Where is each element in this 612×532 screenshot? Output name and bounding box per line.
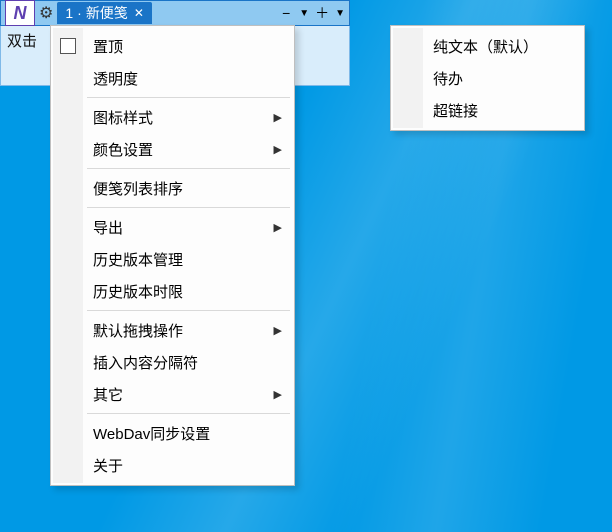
menu-item-label: 置顶	[93, 36, 123, 57]
menu-item-label: 其它	[93, 384, 123, 405]
menu-item-label: 超链接	[433, 100, 478, 121]
settings-menu-separator	[87, 168, 290, 169]
menu-item-label: 便笺列表排序	[93, 178, 183, 199]
drag-operation-submenu: 纯文本（默认） 待办超链接	[390, 25, 585, 131]
settings-menu-item[interactable]: 历史版本管理	[53, 243, 292, 275]
menu-item-label: 透明度	[93, 68, 138, 89]
menu-item-label: 历史版本管理	[93, 249, 183, 270]
note-tab[interactable]: 1 · 新便笺 ✕	[57, 2, 152, 24]
settings-menu-item[interactable]: 其它 ▶	[53, 378, 292, 410]
menu-item-label: 默认拖拽操作	[93, 320, 183, 341]
submenu-arrow-icon: ▶	[274, 324, 282, 337]
settings-context-menu: 置顶透明度图标样式▶颜色设置▶便笺列表排序导出▶历史版本管理历史版本时限默认拖拽…	[50, 25, 295, 486]
zoom-out-caret-icon[interactable]: ▼	[299, 8, 309, 19]
menu-item-label: 图标样式	[93, 107, 153, 128]
menu-item-label: WebDav同步设置	[93, 423, 210, 444]
tab-title: 新便笺	[86, 3, 128, 23]
menu-item-label: 历史版本时限	[93, 281, 183, 302]
zoom-out-icon[interactable]: −	[277, 5, 295, 21]
drag-submenu-item[interactable]: 待办	[393, 62, 582, 94]
settings-menu-separator	[87, 207, 290, 208]
settings-menu-item[interactable]: 透明度	[53, 62, 292, 94]
settings-menu-separator	[87, 413, 290, 414]
drag-submenu-item[interactable]: 超链接	[393, 94, 582, 126]
submenu-arrow-icon: ▶	[274, 221, 282, 234]
zoom-in-icon[interactable]: ＋	[313, 3, 331, 23]
tab-close-icon[interactable]: ✕	[134, 6, 144, 20]
settings-menu-item[interactable]: 插入内容分隔符	[53, 346, 292, 378]
settings-menu-item[interactable]: 便笺列表排序	[53, 172, 292, 204]
submenu-arrow-icon: ▶	[274, 111, 282, 124]
settings-menu-item[interactable]: 导出 ▶	[53, 211, 292, 243]
submenu-arrow-icon: ▶	[274, 143, 282, 156]
settings-menu-item[interactable]: 置顶	[53, 30, 292, 62]
settings-icon[interactable]: ⚙	[39, 3, 53, 23]
settings-menu-item[interactable]: 历史版本时限	[53, 275, 292, 307]
settings-menu-item[interactable]: 图标样式 ▶	[53, 101, 292, 133]
checkbox-icon	[60, 38, 76, 54]
settings-menu-item[interactable]: WebDav同步设置	[53, 417, 292, 449]
settings-menu-item[interactable]: 默认拖拽操作 ▶	[53, 314, 292, 346]
settings-menu-item[interactable]: 颜色设置 ▶	[53, 133, 292, 165]
drag-operation-submenu-list: 纯文本（默认） 待办超链接	[393, 30, 582, 126]
settings-menu-list: 置顶透明度图标样式▶颜色设置▶便笺列表排序导出▶历史版本管理历史版本时限默认拖拽…	[53, 30, 292, 481]
menu-item-label: 导出	[93, 217, 123, 238]
menu-item-label: 插入内容分隔符	[93, 352, 198, 373]
tab-number: 1	[65, 5, 73, 21]
menu-item-label: 纯文本（默认）	[433, 36, 538, 57]
submenu-arrow-icon: ▶	[274, 388, 282, 401]
drag-submenu-item[interactable]: 纯文本（默认）	[393, 30, 582, 62]
zoom-in-caret-icon[interactable]: ▼	[335, 8, 345, 19]
settings-menu-separator	[87, 310, 290, 311]
menu-item-label: 颜色设置	[93, 139, 153, 160]
settings-menu-item[interactable]: 关于	[53, 449, 292, 481]
app-logo: N	[5, 0, 35, 26]
menu-item-label: 关于	[93, 455, 123, 476]
settings-menu-separator	[87, 97, 290, 98]
note-body-hint: 双击	[7, 33, 37, 50]
note-titlebar: N ⚙ 1 · 新便笺 ✕ − ▼ ＋ ▼	[0, 0, 350, 26]
menu-item-label: 待办	[433, 68, 463, 89]
